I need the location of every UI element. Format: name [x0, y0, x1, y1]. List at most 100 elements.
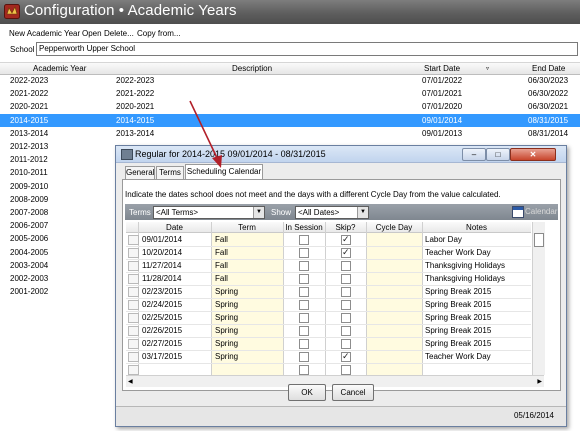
dates-table: Date Term In Session Skip? Cycle Day Not…	[126, 222, 531, 375]
row-selector[interactable]	[128, 352, 139, 362]
skip-checkbox[interactable]	[341, 313, 351, 323]
restore-icon: □	[495, 150, 501, 159]
row-selector[interactable]	[128, 274, 139, 284]
skip-checkbox[interactable]	[341, 287, 351, 297]
skip-checkbox[interactable]	[341, 300, 351, 310]
terms-filter-label: Terms	[129, 208, 151, 217]
row-selector[interactable]	[128, 300, 139, 310]
skip-checkbox[interactable]	[341, 234, 351, 245]
tab-scheduling-calendar[interactable]: Scheduling Calendar	[185, 164, 263, 179]
column-header-description[interactable]: Description	[232, 64, 272, 73]
cell-academic-year: 2012-2013	[10, 142, 49, 151]
row-selector[interactable]	[128, 339, 139, 349]
table-row[interactable]: 02/25/2015 Spring Spring Break 2015	[126, 311, 531, 325]
row-selector[interactable]	[128, 313, 139, 323]
table-row[interactable]: 02/26/2015 Spring Spring Break 2015	[126, 324, 531, 338]
table-row[interactable]: 2014-2015 2014-2015 09/01/2014 08/31/2015	[0, 113, 580, 127]
table-row[interactable]	[126, 363, 531, 375]
column-header-notes[interactable]: Notes	[422, 223, 531, 232]
in-session-checkbox[interactable]	[299, 352, 309, 362]
skip-checkbox[interactable]	[341, 247, 351, 258]
row-selector[interactable]	[128, 235, 139, 245]
menu-open[interactable]: Open	[82, 29, 102, 38]
in-session-checkbox[interactable]	[299, 313, 309, 323]
table-row[interactable]: 11/27/2014 Fall Thanksgiving Holidays	[126, 259, 531, 273]
close-icon: ✕	[529, 150, 537, 159]
skip-checkbox[interactable]	[341, 339, 351, 349]
cell-academic-year: 2020-2021	[10, 102, 49, 112]
cell-notes: Spring Break 2015	[425, 287, 492, 296]
calendar-button[interactable]: Calendar	[512, 206, 557, 218]
show-filter-select[interactable]: <All Dates> ▼	[295, 206, 369, 219]
in-session-checkbox[interactable]	[299, 274, 309, 284]
table-row[interactable]: 02/27/2015 Spring Spring Break 2015	[126, 337, 531, 351]
menu-new-academic-year[interactable]: New Academic Year	[9, 29, 80, 38]
in-session-checkbox[interactable]	[299, 235, 309, 245]
cell-date: 11/27/2014	[142, 261, 182, 270]
table-row[interactable]: 11/28/2014 Fall Thanksgiving Holidays	[126, 272, 531, 286]
window-titlebar: Configuration • Academic Years	[0, 0, 580, 24]
column-header-term[interactable]: Term	[211, 223, 283, 232]
table-row[interactable]: 09/01/2014 Fall Labor Day	[126, 233, 531, 247]
school-field[interactable]: Pepperworth Upper School	[36, 42, 578, 56]
table-row[interactable]: 2022-2023 2022-2023 07/01/2022 06/30/2023	[0, 74, 580, 87]
terms-filter-select[interactable]: <All Terms> ▼	[153, 206, 265, 219]
column-header-start-date[interactable]: Start Date	[424, 64, 460, 73]
close-button[interactable]: ✕	[510, 148, 556, 161]
cell-academic-year: 2005-2006	[10, 234, 49, 244]
column-header-skip[interactable]: Skip?	[325, 223, 366, 232]
table-row[interactable]: 03/17/2015 Spring Teacher Work Day	[126, 350, 531, 364]
column-header-in-session[interactable]: In Session	[283, 223, 325, 232]
menu-copy-from[interactable]: Copy from...	[137, 29, 181, 38]
in-session-checkbox[interactable]	[299, 287, 309, 297]
ok-button[interactable]: OK	[288, 384, 326, 401]
row-selector[interactable]	[128, 261, 139, 271]
tab-general[interactable]: General	[125, 166, 155, 179]
table-row[interactable]: 2021-2022 2021-2022 07/01/2021 06/30/2022	[0, 87, 580, 100]
cell-date: 10/20/2014	[142, 248, 183, 257]
table-row[interactable]: 02/23/2015 Spring Spring Break 2015	[126, 285, 531, 299]
in-session-checkbox[interactable]	[299, 248, 309, 258]
row-selector[interactable]	[128, 326, 139, 336]
in-session-checkbox[interactable]	[299, 326, 309, 336]
dates-table-body: 09/01/2014 Fall Labor Day 10/20/2014 Fall Tea…	[126, 233, 531, 375]
cell-start-date: 07/01/2020	[422, 102, 463, 112]
scroll-left-icon[interactable]: ◀	[128, 378, 133, 385]
in-session-checkbox[interactable]	[299, 365, 309, 375]
cancel-button[interactable]: Cancel	[332, 384, 374, 401]
scrollbar-thumb[interactable]	[534, 233, 544, 247]
skip-checkbox[interactable]	[341, 326, 351, 336]
cell-academic-year: 2013-2014	[10, 128, 49, 138]
status-date: 05/16/2014	[513, 411, 554, 420]
instruction-text: Indicate the dates school does not meet …	[125, 190, 501, 199]
row-selector[interactable]	[128, 287, 139, 297]
menu-delete[interactable]: Delete...	[104, 29, 134, 38]
column-header-academic-year[interactable]: Academic Year	[33, 64, 86, 73]
skip-checkbox[interactable]	[341, 365, 351, 375]
cell-academic-year: 2021-2022	[10, 89, 49, 99]
row-selector[interactable]	[128, 365, 139, 375]
scroll-right-icon[interactable]: ▶	[537, 378, 542, 385]
table-row[interactable]: 10/20/2014 Fall Teacher Work Day	[126, 246, 531, 260]
in-session-checkbox[interactable]	[299, 261, 309, 271]
row-selector[interactable]	[128, 248, 139, 258]
table-row[interactable]: 2013-2014 2013-2014 09/01/2013 08/31/2014	[0, 127, 580, 140]
minimize-button[interactable]: –	[462, 148, 486, 161]
column-header-date[interactable]: Date	[138, 223, 211, 232]
in-session-checkbox[interactable]	[299, 300, 309, 310]
table-row[interactable]: 2020-2021 2020-2021 07/01/2020 06/30/2021	[0, 100, 580, 113]
dialog-titlebar: Regular for 2014-2015 09/01/2014 - 08/31…	[116, 146, 566, 163]
restore-button[interactable]: □	[486, 148, 510, 161]
column-header-cycle-day[interactable]: Cycle Day	[366, 223, 422, 232]
vertical-scrollbar[interactable]	[532, 222, 545, 375]
skip-checkbox[interactable]	[341, 274, 351, 284]
skip-checkbox[interactable]	[341, 351, 351, 362]
column-header-end-date[interactable]: End Date	[532, 64, 565, 73]
tab-terms[interactable]: Terms	[156, 166, 184, 179]
table-row[interactable]: 02/24/2015 Spring Spring Break 2015	[126, 298, 531, 312]
cell-date: 02/25/2015	[142, 313, 183, 322]
school-label: School	[10, 45, 35, 54]
in-session-checkbox[interactable]	[299, 339, 309, 349]
skip-checkbox[interactable]	[341, 261, 351, 271]
cell-academic-year: 2014-2015	[10, 115, 49, 125]
